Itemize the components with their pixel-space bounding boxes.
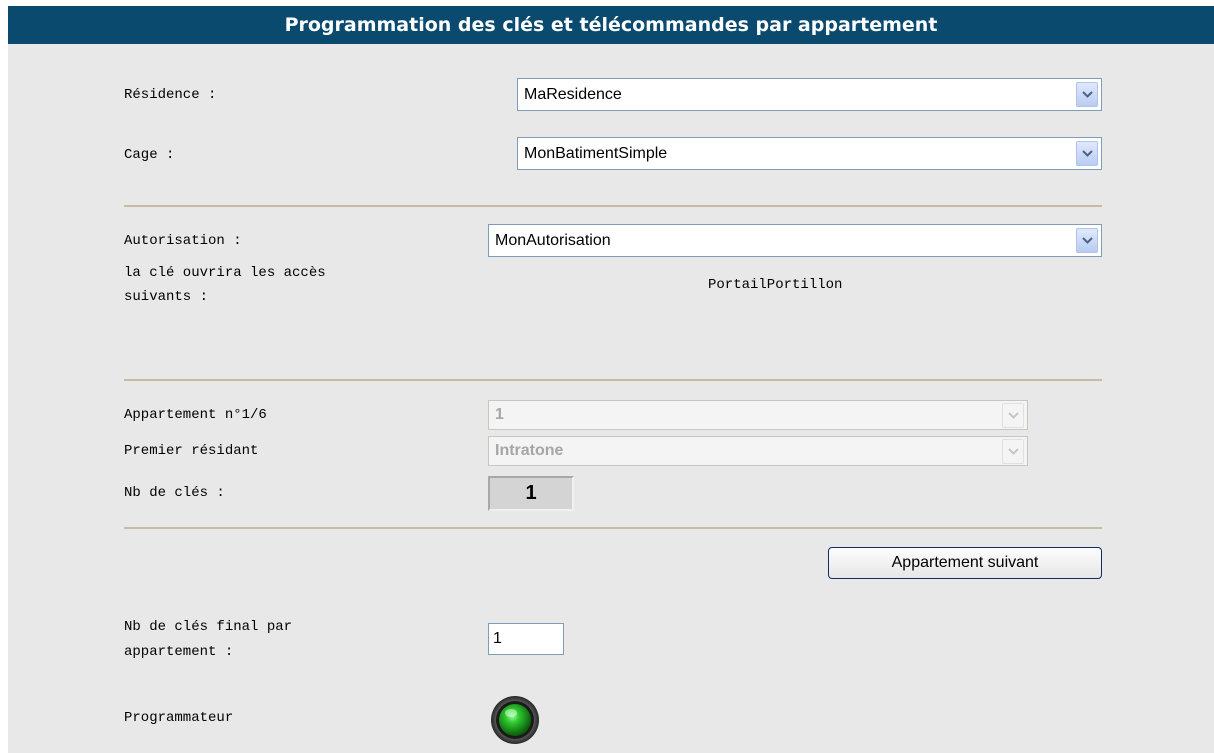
- appartement-select: 1: [488, 400, 1028, 430]
- cage-select[interactable]: MonBatimentSimple: [517, 137, 1102, 170]
- acces-label-line2: suivants :: [124, 289, 209, 305]
- acces-value: PortailPortillon: [708, 277, 843, 293]
- divider: [124, 527, 1102, 529]
- autorisation-label: Autorisation :: [124, 233, 242, 249]
- chevron-down-icon[interactable]: [1076, 82, 1098, 107]
- autorisation-select[interactable]: MonAutorisation: [488, 224, 1102, 257]
- premier-resident-label: Premier résidant: [124, 443, 259, 459]
- cage-value: MonBatimentSimple: [524, 144, 668, 162]
- divider: [124, 379, 1102, 381]
- chevron-down-icon: [1002, 438, 1024, 464]
- premier-resident-value: Intratone: [495, 442, 564, 459]
- divider: [124, 205, 1102, 207]
- chevron-down-icon[interactable]: [1076, 228, 1098, 253]
- autorisation-value: MonAutorisation: [495, 231, 611, 249]
- led-icon: [491, 696, 539, 744]
- residence-select[interactable]: MaResidence: [517, 78, 1102, 111]
- residence-label: Résidence :: [124, 87, 217, 103]
- nb-cles-display: 1: [488, 476, 574, 511]
- final-keys-input[interactable]: 1: [488, 623, 564, 655]
- premier-resident-select: Intratone: [488, 436, 1028, 466]
- acces-label-line1: la clé ouvrira les accès: [124, 265, 326, 281]
- next-apartment-button[interactable]: Appartement suivant: [828, 547, 1102, 579]
- appartement-label: Appartement n°1/6: [124, 407, 267, 423]
- nb-cles-label: Nb de clés :: [124, 485, 225, 501]
- page-title: Programmation des clés et télécommandes …: [8, 6, 1214, 44]
- residence-value: MaResidence: [524, 85, 622, 103]
- final-label-line2: appartement :: [124, 644, 234, 660]
- cage-label: Cage :: [124, 147, 175, 163]
- final-label-line1: Nb de clés final par: [124, 619, 293, 635]
- chevron-down-icon[interactable]: [1076, 141, 1098, 166]
- chevron-down-icon: [1002, 402, 1024, 428]
- programmateur-label: Programmateur: [124, 710, 234, 726]
- appartement-value: 1: [495, 406, 504, 423]
